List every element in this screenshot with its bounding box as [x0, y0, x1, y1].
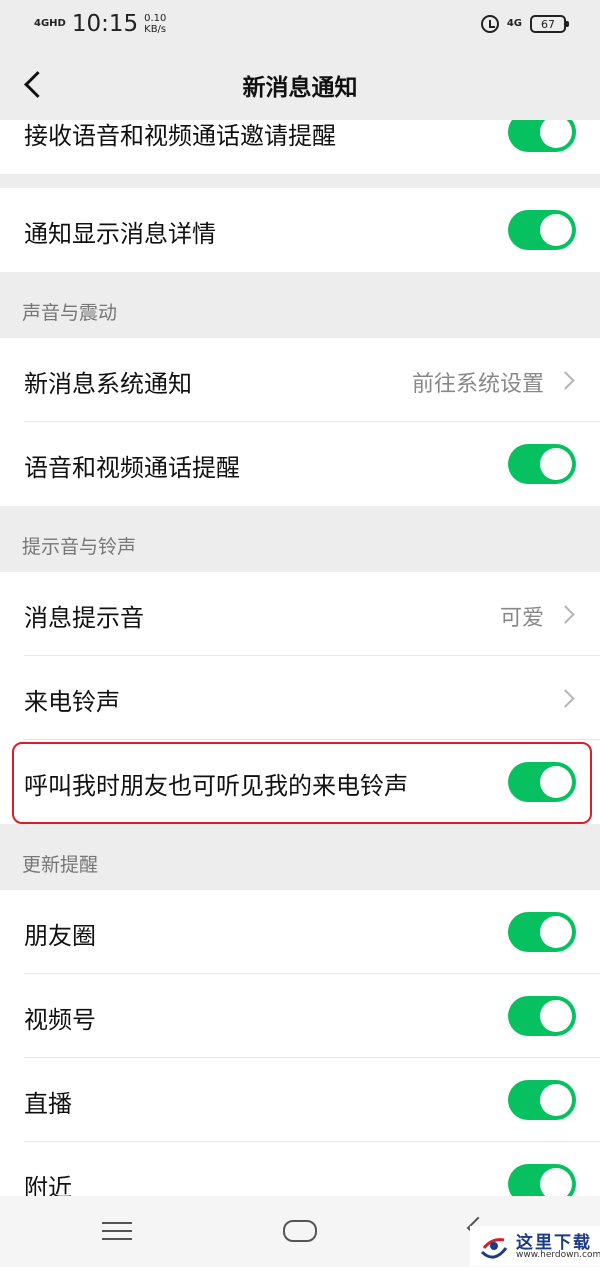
toggle-knob: [540, 120, 572, 148]
row-channels: 视频号: [0, 974, 600, 1058]
row-show-details: 通知显示消息详情: [0, 188, 600, 272]
toggle-knob: [540, 214, 572, 246]
chevron-right-icon: [556, 371, 575, 390]
toggle-knob: [540, 1168, 572, 1196]
menu-icon[interactable]: [102, 1222, 132, 1240]
section-header-sound: 声音与震动: [22, 302, 118, 324]
watermark: 这里下载 www.herdown.com: [470, 1226, 600, 1266]
row-label: 朋友圈: [24, 922, 96, 950]
row-label: 新消息系统通知: [24, 370, 192, 398]
row-moments: 朋友圈: [0, 890, 600, 974]
toggle-knob: [540, 448, 572, 480]
watermark-url: www.herdown.com: [516, 1250, 600, 1260]
row-label: 视频号: [24, 1006, 96, 1034]
toggle-knob: [540, 1084, 572, 1116]
row-message-tone[interactable]: 消息提示音 可爱: [0, 572, 600, 656]
row-label: 语音和视频通话提醒: [24, 454, 240, 482]
moments-toggle[interactable]: [508, 912, 576, 952]
nav-header: 新消息通知: [0, 48, 600, 120]
network-indicator: 4GHD: [34, 18, 66, 29]
home-icon[interactable]: [283, 1220, 317, 1242]
section-header-updates: 更新提醒: [22, 854, 99, 876]
nearby-toggle[interactable]: [508, 1164, 576, 1196]
row-label: 通知显示消息详情: [24, 220, 216, 248]
friends-hear-toggle[interactable]: [508, 762, 576, 802]
row-call-invite: 接收语音和视频通话邀请提醒: [0, 120, 600, 174]
row-label: 附近: [24, 1174, 72, 1196]
settings-list[interactable]: 接收语音和视频通话邀请提醒 通知显示消息详情 声音与震动 新消息系统通知 前往系…: [0, 120, 600, 1196]
row-label: 直播: [24, 1090, 72, 1118]
network-speed: 0.10 KB/s: [144, 13, 166, 35]
page-title: 新消息通知: [242, 75, 358, 101]
chevron-right-icon: [556, 689, 575, 708]
row-value: 前往系统设置: [411, 372, 544, 397]
show-details-toggle[interactable]: [508, 210, 576, 250]
section-header-tones: 提示音与铃声: [22, 536, 137, 558]
row-ringtone[interactable]: 来电铃声: [0, 656, 600, 740]
row-live: 直播: [0, 1058, 600, 1142]
toggle-knob: [540, 766, 572, 798]
toggle-knob: [540, 1000, 572, 1032]
row-call-reminder: 语音和视频通话提醒: [0, 422, 600, 506]
alarm-icon: [480, 15, 499, 33]
live-toggle[interactable]: [508, 1080, 576, 1120]
row-label: 消息提示音: [24, 604, 144, 632]
battery-icon: 67: [530, 15, 569, 33]
network-right-indicator: 4G: [506, 18, 522, 29]
chevron-right-icon: [556, 605, 575, 624]
channels-toggle[interactable]: [508, 996, 576, 1036]
battery-level: 67: [541, 17, 555, 31]
status-time: 10:15: [71, 11, 139, 37]
row-friends-hear: 呼叫我时朋友也可听见我的来电铃声: [0, 740, 600, 824]
row-value: 可爱: [499, 606, 544, 631]
row-label: 呼叫我时朋友也可听见我的来电铃声: [24, 772, 408, 800]
row-nearby: 附近: [0, 1142, 600, 1196]
toggle-knob: [540, 916, 572, 948]
row-label: 接收语音和视频通话邀请提醒: [24, 122, 336, 150]
watermark-logo-icon: [480, 1238, 508, 1259]
row-label: 来电铃声: [24, 688, 120, 716]
speed-unit: KB/s: [144, 24, 167, 35]
row-system-notify[interactable]: 新消息系统通知 前往系统设置: [0, 338, 600, 422]
call-reminder-toggle[interactable]: [508, 444, 576, 484]
status-bar: 4GHD 10:15 0.10 KB/s 4G 67: [0, 0, 600, 48]
call-invite-toggle[interactable]: [508, 120, 576, 152]
speed-value: 0.10: [144, 13, 167, 24]
